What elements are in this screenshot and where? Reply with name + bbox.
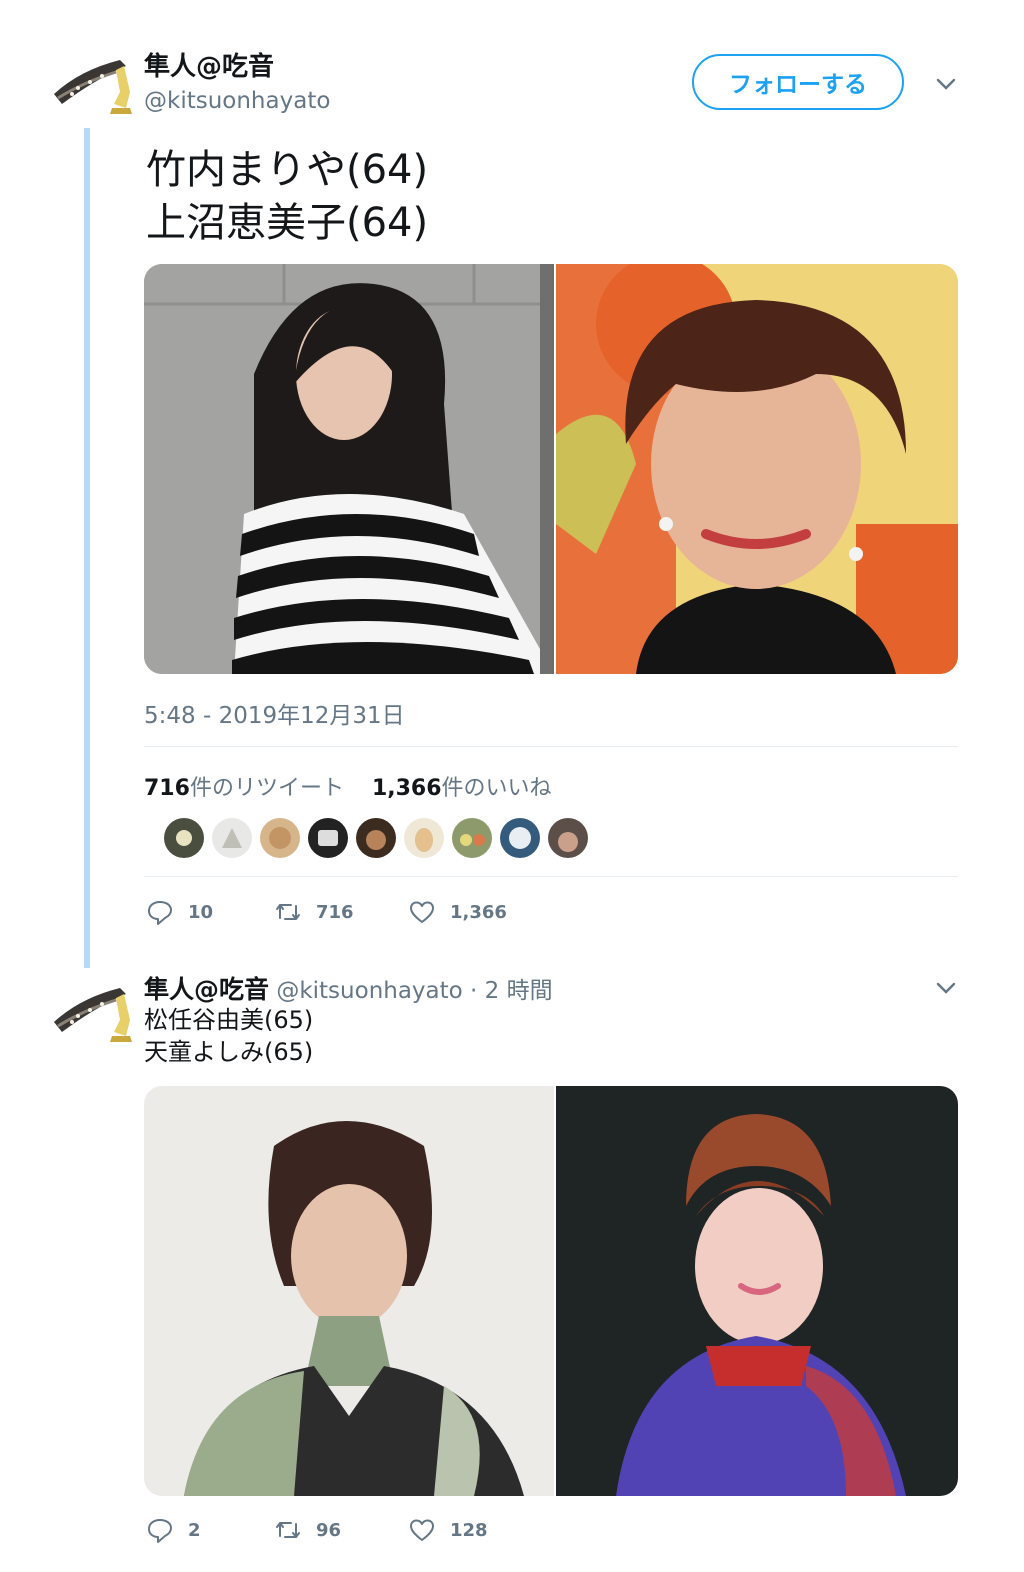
tweet-text-line: 竹内まりや(64) xyxy=(146,147,429,193)
engagement-stats: 716件のリツイート 1,366件のいいね xyxy=(144,770,552,802)
tweet-text: 松任谷由美(65) 天童よしみ(65) xyxy=(144,1004,313,1068)
photo-woman-short-hair-smiling[interactable] xyxy=(556,264,958,674)
liker-avatar[interactable] xyxy=(260,818,300,858)
retweet-button[interactable]: 716 xyxy=(274,898,408,926)
chevron-down-icon[interactable] xyxy=(934,72,958,96)
photo-woman-purple-dress[interactable] xyxy=(556,1086,958,1496)
liker-avatar[interactable] xyxy=(452,818,492,858)
retweet-count: 716 xyxy=(144,776,190,801)
like-button[interactable]: 1,366 xyxy=(408,898,507,926)
author-name[interactable]: 隼人@吃音 xyxy=(144,46,274,83)
tweet-timestamp[interactable]: 5:48 - 2019年12月31日 xyxy=(144,696,405,730)
liker-avatar[interactable] xyxy=(404,818,444,858)
chevron-down-icon[interactable] xyxy=(934,976,958,1000)
like-button[interactable]: 128 xyxy=(408,1516,488,1544)
liker-avatar[interactable] xyxy=(500,818,540,858)
avatar-image xyxy=(54,60,132,114)
thread-line xyxy=(84,128,90,968)
liker-avatar[interactable] xyxy=(212,818,252,858)
retweet-stat[interactable]: 716件のリツイート xyxy=(144,776,344,801)
photo-woman-striped-shirt[interactable] xyxy=(144,264,554,674)
tweet-media xyxy=(144,1086,958,1496)
tweet-actions: 2 96 128 xyxy=(146,1516,488,1544)
retweet-icon xyxy=(276,904,300,920)
tweet-media xyxy=(144,264,958,674)
liker-avatars xyxy=(164,818,588,858)
tweet-text-line: 上沼恵美子(64) xyxy=(146,200,429,246)
reply-count: 10 xyxy=(188,901,214,923)
reply-count: 2 xyxy=(188,1519,201,1541)
tweet-text: 竹内まりや(64) 上沼恵美子(64) xyxy=(146,144,428,250)
divider xyxy=(144,746,958,747)
like-count: 1,366 xyxy=(371,776,442,801)
author-handle[interactable]: @kitsuonhayato xyxy=(144,88,330,114)
photo-woman-green-jacket[interactable] xyxy=(144,1086,554,1496)
divider xyxy=(144,876,958,877)
liker-avatar[interactable] xyxy=(356,818,396,858)
retweet-icon xyxy=(276,1522,300,1538)
reply-icon xyxy=(148,1519,172,1543)
like-label: 件のいいね xyxy=(441,776,552,801)
tweet-text-line: 松任谷由美(65) xyxy=(144,1006,314,1034)
author-avatar[interactable] xyxy=(50,52,134,122)
avatar-image xyxy=(54,988,132,1042)
like-icon xyxy=(410,1519,434,1541)
reply-button[interactable]: 10 xyxy=(146,898,274,926)
tweet-actions: 10 716 1,366 xyxy=(146,898,507,926)
liker-avatar[interactable] xyxy=(548,818,588,858)
liker-avatar[interactable] xyxy=(308,818,348,858)
reply-icon xyxy=(148,901,172,925)
retweet-action-count: 716 xyxy=(316,901,354,923)
like-action-count: 1,366 xyxy=(450,901,507,923)
author-handle[interactable]: @kitsuonhayato xyxy=(276,978,462,1004)
retweet-action-count: 96 xyxy=(316,1519,342,1541)
tweet-header: 隼人@吃音 @kitsuonhayato · 2 時間 xyxy=(144,970,553,1006)
retweet-label: 件のリツイート xyxy=(189,776,344,801)
author-name[interactable]: 隼人@吃音 xyxy=(144,975,269,1004)
liker-avatar[interactable] xyxy=(164,818,204,858)
tweet-text-line: 天童よしみ(65) xyxy=(144,1038,314,1066)
reply-button[interactable]: 2 xyxy=(146,1516,274,1544)
tweet-time[interactable]: · 2 時間 xyxy=(470,978,553,1004)
like-stat[interactable]: 1,366件のいいね xyxy=(372,776,552,801)
retweet-button[interactable]: 96 xyxy=(274,1516,408,1544)
like-icon xyxy=(410,901,434,923)
author-avatar[interactable] xyxy=(50,980,134,1050)
follow-button[interactable]: フォローする xyxy=(692,54,904,110)
like-action-count: 128 xyxy=(450,1519,488,1541)
